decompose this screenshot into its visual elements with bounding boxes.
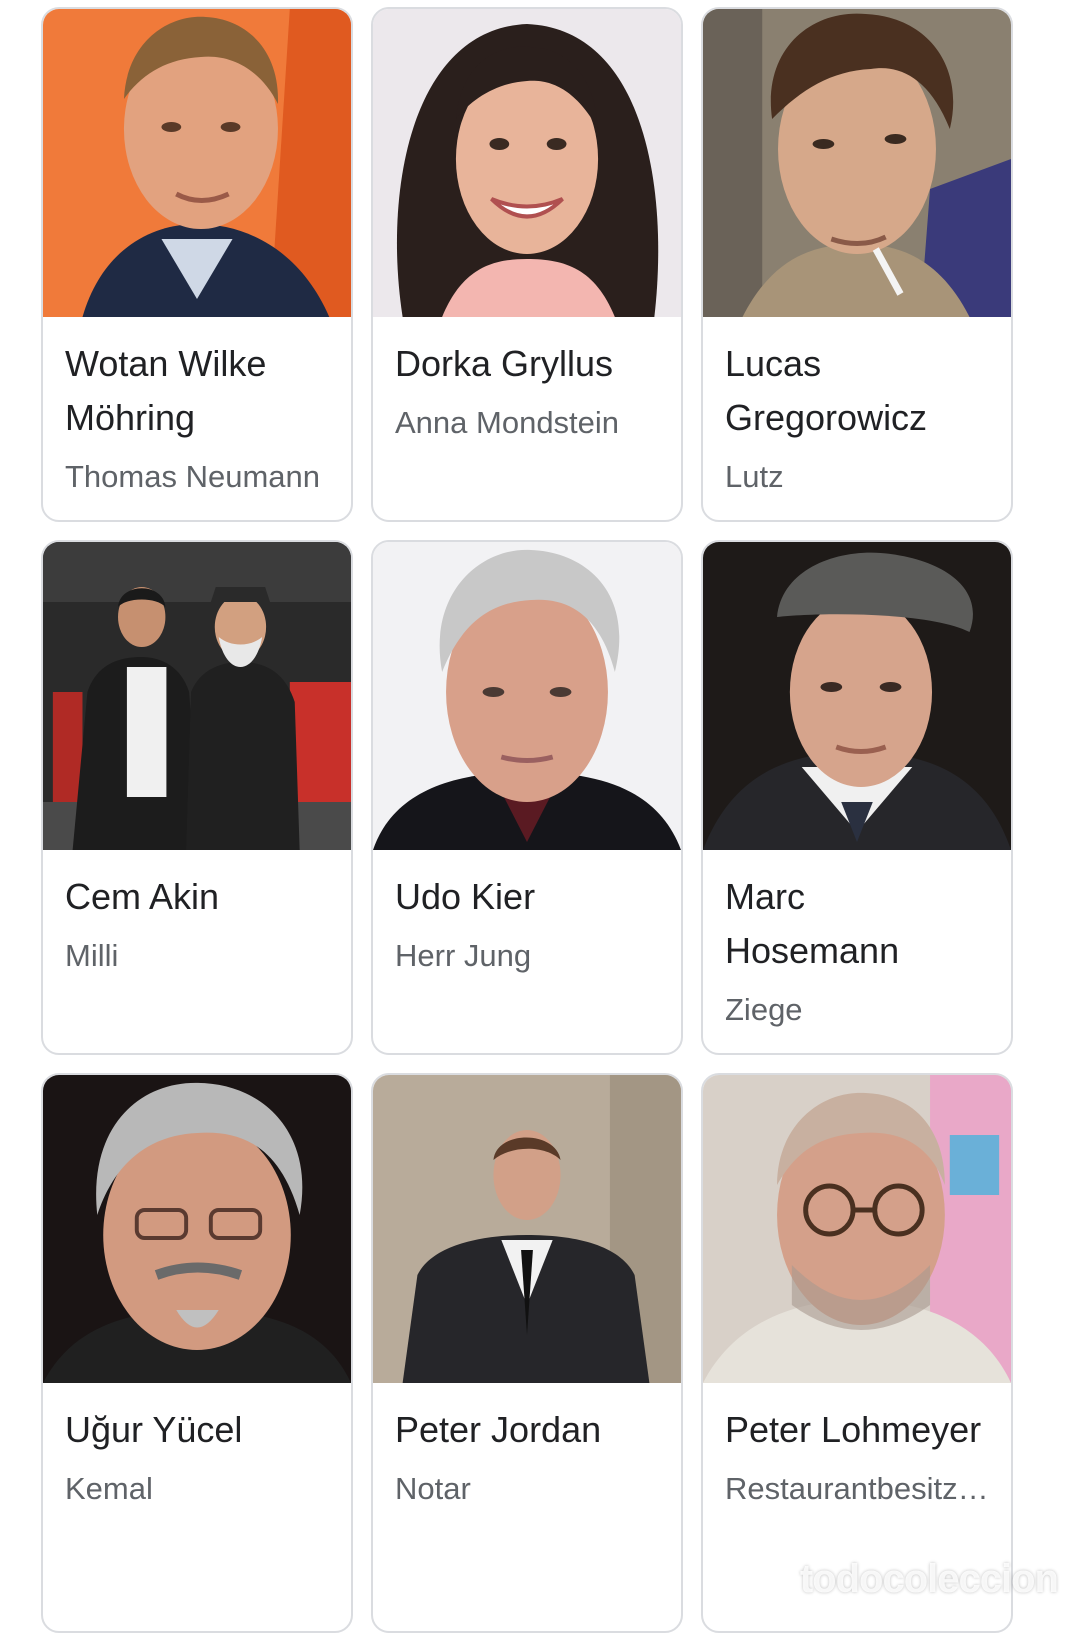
character-name: Thomas Neumann	[65, 459, 321, 494]
cast-card[interactable]: Marc Hosemann Ziege	[701, 540, 1013, 1055]
character-name: Herr Jung	[395, 938, 532, 973]
actor-name: Peter Lohmeyer	[725, 1409, 982, 1450]
actor-photo	[703, 9, 1011, 317]
character-name: Ziege	[725, 992, 803, 1027]
actor-photo	[703, 1075, 1011, 1383]
actor-photo	[43, 9, 351, 317]
character-name: Kemal	[65, 1471, 153, 1506]
cast-card[interactable]: Wotan Wilke Möhring Thomas Neumann	[41, 7, 353, 522]
cast-grid: Wotan Wilke Möhring Thomas Neumann Dorka…	[41, 7, 1013, 1633]
actor-name: Cem Akin	[65, 876, 220, 917]
actor-photo	[373, 542, 681, 850]
actor-name: Lucas Gregorowicz	[725, 343, 928, 438]
cast-card[interactable]: Uğur Yücel Kemal	[41, 1073, 353, 1633]
actor-name: Wotan Wilke Möhring	[65, 343, 267, 438]
actor-name: Peter Jordan	[395, 1409, 602, 1450]
actor-photo	[373, 1075, 681, 1383]
cast-card[interactable]: Peter Lohmeyer Restaurantbesitz…	[701, 1073, 1013, 1633]
actor-name: Marc Hosemann	[725, 876, 900, 971]
actor-photo	[373, 9, 681, 317]
actor-photo	[43, 542, 351, 850]
actor-name: Dorka Gryllus	[395, 343, 614, 384]
cast-card[interactable]: Cem Akin Milli	[41, 540, 353, 1055]
watermark-logo: todocoleccion	[799, 1557, 1059, 1601]
character-name: Anna Mondstein	[395, 405, 620, 440]
actor-name: Udo Kier	[395, 876, 536, 917]
actor-photo	[43, 1075, 351, 1383]
character-name: Milli	[65, 938, 119, 973]
character-name: Restaurantbesitz…	[725, 1471, 989, 1506]
character-name: Notar	[395, 1471, 471, 1506]
cast-card[interactable]: Peter Jordan Notar	[371, 1073, 683, 1633]
cast-card[interactable]: Dorka Gryllus Anna Mondstein	[371, 7, 683, 522]
cast-card[interactable]: Udo Kier Herr Jung	[371, 540, 683, 1055]
character-name: Lutz	[725, 459, 784, 494]
cast-card[interactable]: Lucas Gregorowicz Lutz	[701, 7, 1013, 522]
actor-photo	[703, 542, 1011, 850]
actor-name: Uğur Yücel	[65, 1409, 243, 1450]
